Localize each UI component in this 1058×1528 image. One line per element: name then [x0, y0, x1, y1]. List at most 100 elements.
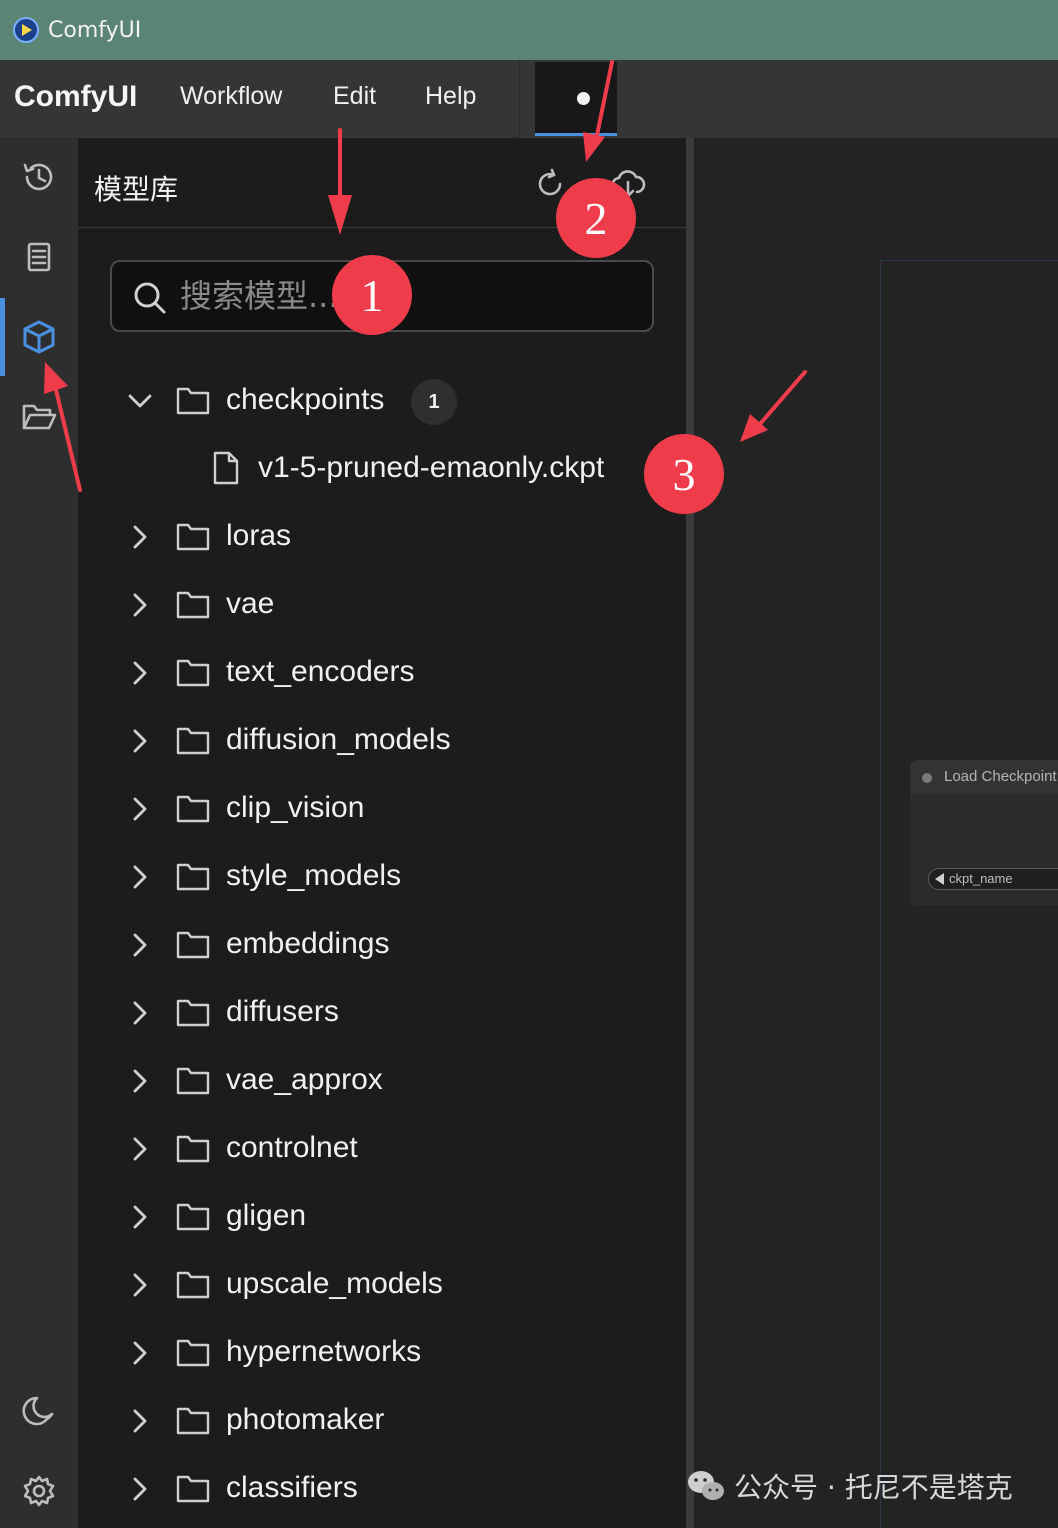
- window-titlebar: ComfyUI: [0, 0, 1058, 60]
- menu-divider: [519, 60, 520, 138]
- tree-folder-vae-approx[interactable]: vae_approx: [78, 1051, 686, 1111]
- unsaved-dot-icon: [577, 92, 590, 105]
- comfyui-app-icon: [13, 17, 39, 43]
- annotation-marker-2: 2: [556, 178, 636, 258]
- tree-folder-upscale-models[interactable]: upscale_models: [78, 1255, 686, 1315]
- chevron-down-icon[interactable]: [126, 387, 154, 415]
- tree-folder-diffusion-models[interactable]: diffusion_models: [78, 711, 686, 771]
- tree-folder-loras[interactable]: loras: [78, 507, 686, 567]
- widget-label: ckpt_name: [949, 871, 1013, 886]
- tree-folder-diffusers[interactable]: diffusers: [78, 983, 686, 1043]
- chevron-right-icon[interactable]: [126, 1339, 154, 1367]
- tree-folder-photomaker[interactable]: photomaker: [78, 1391, 686, 1451]
- folder-icon: [176, 387, 210, 415]
- queue-button[interactable]: [14, 232, 64, 282]
- folder-icon: [176, 659, 210, 687]
- graph-canvas[interactable]: Load Checkpoint ckpt_name: [694, 138, 1058, 1528]
- tree-folder-controlnet[interactable]: controlnet: [78, 1119, 686, 1179]
- history-button[interactable]: [14, 152, 64, 202]
- tree-folder-clip-vision[interactable]: clip_vision: [78, 779, 686, 839]
- tree-folder-embeddings[interactable]: embeddings: [78, 915, 686, 975]
- folder-label: vae_approx: [226, 1063, 383, 1096]
- folder-icon: [176, 795, 210, 823]
- folder-label: photomaker: [226, 1403, 385, 1436]
- chevron-right-icon[interactable]: [126, 999, 154, 1027]
- chevron-right-icon[interactable]: [126, 1135, 154, 1163]
- theme-toggle-button[interactable]: [14, 1386, 64, 1436]
- load-checkpoint-node[interactable]: Load Checkpoint ckpt_name: [910, 760, 1058, 906]
- folder-label: gligen: [226, 1199, 307, 1232]
- tree-folder-hypernetworks[interactable]: hypernetworks: [78, 1323, 686, 1383]
- folder-icon: [176, 1067, 210, 1095]
- tree-folder-gligen[interactable]: gligen: [78, 1187, 686, 1247]
- window-title: ComfyUI: [48, 17, 142, 43]
- settings-button[interactable]: [14, 1466, 64, 1516]
- file-icon: [213, 451, 239, 485]
- watermark: 公众号 · 托尼不是塔克: [686, 1462, 1013, 1510]
- chevron-right-icon[interactable]: [126, 1203, 154, 1231]
- widget-left-arrow-icon[interactable]: [935, 873, 944, 885]
- menu-workflow[interactable]: Workflow: [180, 82, 282, 111]
- model-library-button[interactable]: [14, 312, 64, 362]
- watermark-text: 公众号 · 托尼不是塔克: [734, 1471, 1013, 1504]
- folder-label: embeddings: [226, 927, 390, 960]
- folder-icon: [176, 1271, 210, 1299]
- folder-icon: [176, 1135, 210, 1163]
- folder-label: loras: [226, 519, 292, 552]
- chevron-right-icon[interactable]: [126, 591, 154, 619]
- search-icon: [134, 282, 166, 314]
- folder-icon: [176, 863, 210, 891]
- chevron-right-icon[interactable]: [126, 727, 154, 755]
- folder-icon: [176, 1203, 210, 1231]
- sidebar-rail: [0, 138, 78, 1528]
- tree-folder-text-encoders[interactable]: text_encoders: [78, 643, 686, 703]
- chevron-right-icon[interactable]: [126, 1475, 154, 1503]
- chevron-right-icon[interactable]: [126, 863, 154, 891]
- folder-open-icon: [22, 404, 57, 430]
- workflow-tab[interactable]: [535, 62, 617, 136]
- brand-logo[interactable]: ComfyUI: [14, 80, 137, 114]
- workflows-button[interactable]: [14, 392, 64, 442]
- folder-label: upscale_models: [226, 1267, 443, 1300]
- folder-icon: [176, 523, 210, 551]
- gear-icon: [23, 1475, 55, 1507]
- folder-label: vae: [226, 587, 275, 620]
- node-title: Load Checkpoint: [944, 768, 1057, 785]
- menu-help[interactable]: Help: [425, 82, 476, 111]
- tree-folder-checkpoints[interactable]: checkpoints 1: [78, 371, 686, 431]
- annotation-marker-1: 1: [332, 255, 412, 335]
- queue-icon: [27, 242, 51, 272]
- menu-bar: ComfyUI Workflow Edit Help: [0, 60, 1058, 138]
- chevron-right-icon[interactable]: [126, 659, 154, 687]
- panel-splitter[interactable]: [686, 138, 694, 1528]
- ckpt-name-widget[interactable]: ckpt_name: [928, 868, 1058, 890]
- tree-file[interactable]: v1-5-pruned-emaonly.ckpt: [78, 439, 686, 499]
- folder-icon: [176, 1407, 210, 1435]
- tree-folder-vae[interactable]: vae: [78, 575, 686, 635]
- menu-edit[interactable]: Edit: [333, 82, 376, 111]
- chevron-right-icon[interactable]: [126, 1271, 154, 1299]
- chevron-right-icon[interactable]: [126, 795, 154, 823]
- tree-folder-classifiers[interactable]: classifiers: [78, 1459, 686, 1519]
- chevron-right-icon[interactable]: [126, 931, 154, 959]
- folder-icon: [176, 1475, 210, 1503]
- folder-label: text_encoders: [226, 655, 415, 688]
- node-status-dot: [922, 773, 932, 783]
- folder-label: clip_vision: [226, 791, 365, 824]
- folder-label: classifiers: [226, 1471, 358, 1504]
- folder-label: controlnet: [226, 1131, 358, 1164]
- tree-folder-style-models[interactable]: style_models: [78, 847, 686, 907]
- folder-label: style_models: [226, 859, 402, 892]
- file-label: v1-5-pruned-emaonly.ckpt: [258, 451, 605, 484]
- folder-label: checkpoints: [226, 383, 385, 416]
- model-library-icon: [23, 320, 55, 354]
- count-badge: 1: [411, 379, 457, 425]
- folder-label: hypernetworks: [226, 1335, 422, 1368]
- model-library-panel: 模型库 checkpoints 1 v1-5-pruned-emaonly: [78, 138, 686, 1528]
- folder-icon: [176, 1339, 210, 1367]
- chevron-right-icon[interactable]: [126, 523, 154, 551]
- chevron-right-icon[interactable]: [126, 1067, 154, 1095]
- active-indicator: [0, 298, 5, 376]
- folder-icon: [176, 727, 210, 755]
- chevron-right-icon[interactable]: [126, 1407, 154, 1435]
